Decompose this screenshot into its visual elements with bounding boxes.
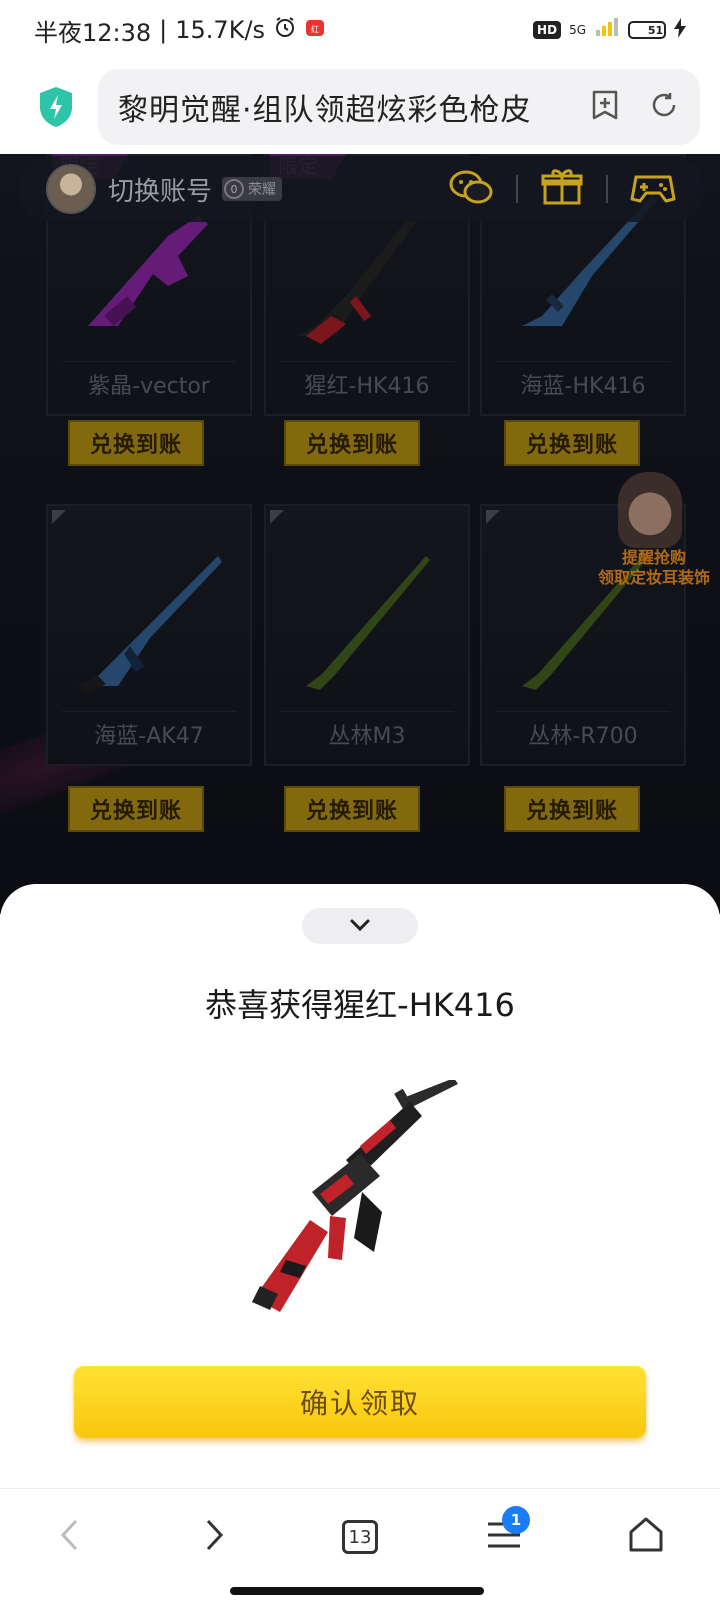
status-separator: | <box>159 16 168 44</box>
rank-badge: 0 荣耀 <box>222 177 283 201</box>
game-event-page: 限定 紫晶-vector 限定 猩红-HK416 海蓝-HK <box>0 154 720 914</box>
gift-icon[interactable] <box>540 167 584 211</box>
menu-button[interactable]: 1 <box>474 1506 534 1565</box>
tabs-button[interactable]: 13 <box>330 1509 390 1565</box>
collapse-sheet-button[interactable] <box>302 908 418 944</box>
chevron-down-icon <box>349 917 371 936</box>
chevron-left-icon <box>58 1517 82 1557</box>
switch-account-link[interactable]: 切换账号 <box>108 171 212 208</box>
menu-badge: 1 <box>502 1506 530 1534</box>
confirm-claim-button[interactable]: 确认领取 <box>74 1366 646 1438</box>
gamepad-icon[interactable] <box>630 169 676 209</box>
status-speed: 15.7K/s <box>175 16 266 44</box>
security-shield-icon[interactable] <box>36 85 76 129</box>
promo-avatar <box>618 472 682 548</box>
promo-line-2: 领取定妆耳装饰 <box>597 568 710 587</box>
reward-title: 恭喜获得猩红-HK416 <box>205 986 515 1024</box>
status-bar: 半夜12:38 | 15.7K/s 红 HD 5G 51 <box>0 0 720 60</box>
alarm-icon <box>273 15 297 45</box>
svg-text:红: 红 <box>311 24 319 34</box>
browser-bottom-nav: 13 1 <box>0 1488 720 1600</box>
forward-button[interactable] <box>184 1509 244 1565</box>
signal-icon <box>594 16 620 44</box>
network-type: 5G <box>569 23 586 37</box>
account-bar: 切换账号 0 荣耀 <box>18 156 704 222</box>
home-indicator <box>230 1587 484 1595</box>
hk416-reward-image <box>252 1080 458 1312</box>
refresh-icon[interactable] <box>648 89 680 125</box>
charging-icon <box>674 16 686 44</box>
hd-badge: HD <box>533 21 562 39</box>
wechat-icon[interactable] <box>448 167 494 211</box>
promo-line-1: 提醒抢购 <box>621 548 686 567</box>
menu-icon: 1 <box>486 1506 530 1554</box>
home-icon <box>627 1516 665 1558</box>
status-time: 半夜12:38 <box>34 18 152 47</box>
back-button[interactable] <box>40 1509 100 1565</box>
battery-indicator: 51 <box>628 21 666 39</box>
url-field[interactable]: 黎明觉醒·组队领超炫彩色枪皮 <box>98 69 700 145</box>
page-title[interactable]: 黎明觉醒·组队领超炫彩色枪皮 <box>118 85 578 129</box>
reward-bottom-sheet: 恭喜获得猩红-HK416 确认领取 <box>0 884 720 1488</box>
side-promo-widget[interactable]: 提醒抢购 领取定妆耳装饰 <box>588 472 720 596</box>
tab-count: 13 <box>342 1520 378 1554</box>
home-button[interactable] <box>616 1509 676 1565</box>
add-bookmark-icon[interactable] <box>590 89 620 125</box>
app-notification-icon: 红 <box>305 16 325 44</box>
chevron-right-icon <box>202 1517 226 1557</box>
browser-address-bar: 黎明觉醒·组队领超炫彩色枪皮 <box>0 60 720 154</box>
user-avatar[interactable] <box>46 164 96 214</box>
